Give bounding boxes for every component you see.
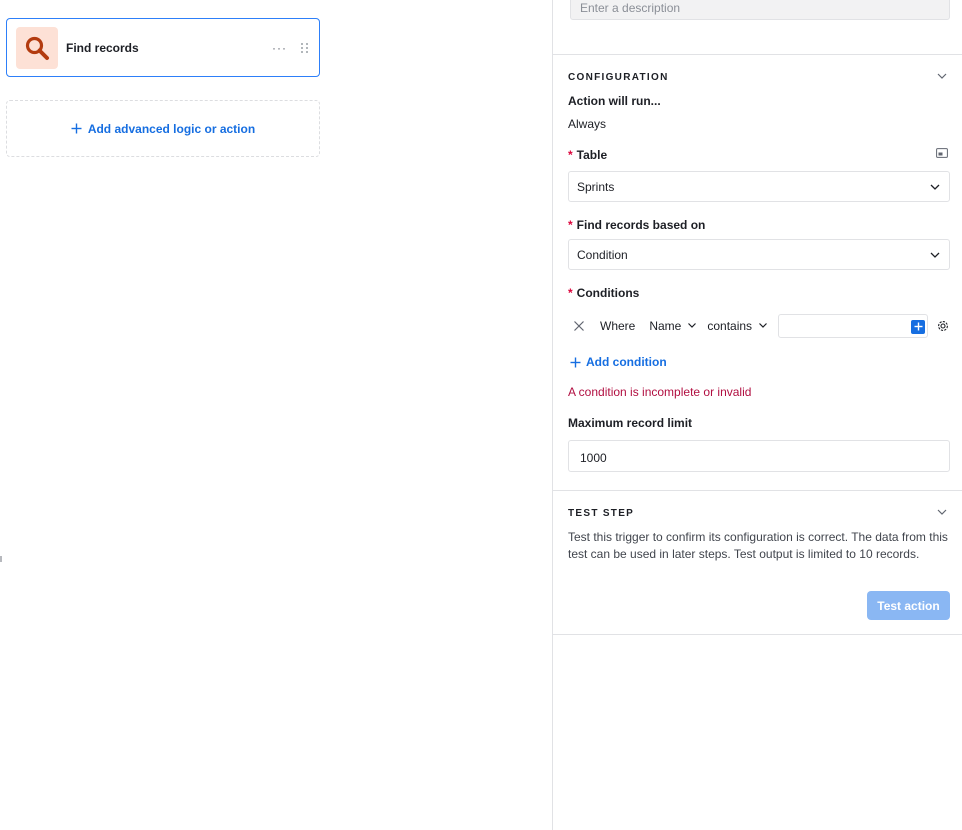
plus-icon: [914, 322, 923, 331]
add-advanced-logic-button[interactable]: Add advanced logic or action: [6, 100, 320, 157]
chevron-down-icon: [930, 252, 940, 258]
add-condition-button[interactable]: Add condition: [570, 355, 667, 369]
find-based-on-value: Condition: [577, 247, 628, 262]
card-title: Find records: [66, 40, 139, 55]
chevron-down-icon: [688, 323, 697, 328]
canvas-edge-marker: [0, 556, 2, 562]
configuration-heading: CONFIGURATION: [568, 72, 669, 83]
chevron-down-icon: [759, 323, 767, 328]
required-mark: *: [568, 286, 573, 300]
description-input[interactable]: Enter a description: [570, 0, 950, 20]
condition-where-label: Where: [600, 318, 636, 333]
plus-icon: [570, 357, 581, 367]
test-step-heading: TEST STEP: [568, 508, 635, 519]
record-limit-label: Maximum record limit: [568, 416, 693, 430]
chevron-down-icon[interactable]: [936, 72, 948, 80]
plus-icon: [71, 123, 82, 134]
add-condition-label: Add condition: [586, 355, 667, 369]
test-action-button[interactable]: Test action: [867, 591, 950, 620]
gear-icon[interactable]: [936, 319, 950, 333]
condition-value-input[interactable]: [778, 313, 929, 338]
test-step-description: Test this trigger to confirm its configu…: [568, 530, 948, 561]
required-mark: *: [568, 148, 573, 162]
find-based-on-select[interactable]: Condition: [568, 239, 950, 270]
chevron-down-icon: [930, 184, 940, 190]
section-divider: [553, 490, 962, 491]
required-mark: *: [568, 218, 573, 232]
conditions-label: * Conditions: [568, 286, 640, 300]
add-advanced-logic-label: Add advanced logic or action: [87, 121, 256, 136]
condition-operator-select[interactable]: contains: [707, 319, 768, 333]
find-based-on-label: * Find records based on: [568, 218, 706, 232]
expand-icon[interactable]: [936, 148, 948, 158]
table-label: * Table: [568, 148, 608, 162]
insert-token-button[interactable]: [911, 319, 926, 334]
condition-field-select[interactable]: Name: [649, 319, 697, 333]
chevron-down-icon[interactable]: [936, 508, 948, 516]
close-icon[interactable]: [572, 319, 586, 333]
run-condition-label: Action will run...: [568, 94, 661, 108]
table-select[interactable]: Sprints: [568, 171, 950, 202]
table-select-value: Sprints: [577, 179, 615, 194]
card-icon-tile: [16, 26, 58, 69]
run-condition-value: Always: [568, 117, 607, 131]
condition-error-message: A condition is incomplete or invalid: [568, 385, 752, 399]
more-options-icon[interactable]: ···: [272, 42, 287, 54]
find-records-card[interactable]: Find records ···: [6, 18, 320, 77]
section-divider: [553, 54, 962, 55]
search-icon: [25, 36, 49, 60]
workflow-canvas: Find records ··· Add advanced logic or a…: [0, 0, 552, 830]
drag-handle-icon[interactable]: [301, 42, 311, 54]
config-panel: Enter a description CONFIGURATION Action…: [552, 0, 962, 830]
record-limit-input[interactable]: 1000: [568, 440, 950, 472]
section-divider: [553, 634, 962, 635]
condition-row: Where Name contains: [568, 313, 953, 338]
